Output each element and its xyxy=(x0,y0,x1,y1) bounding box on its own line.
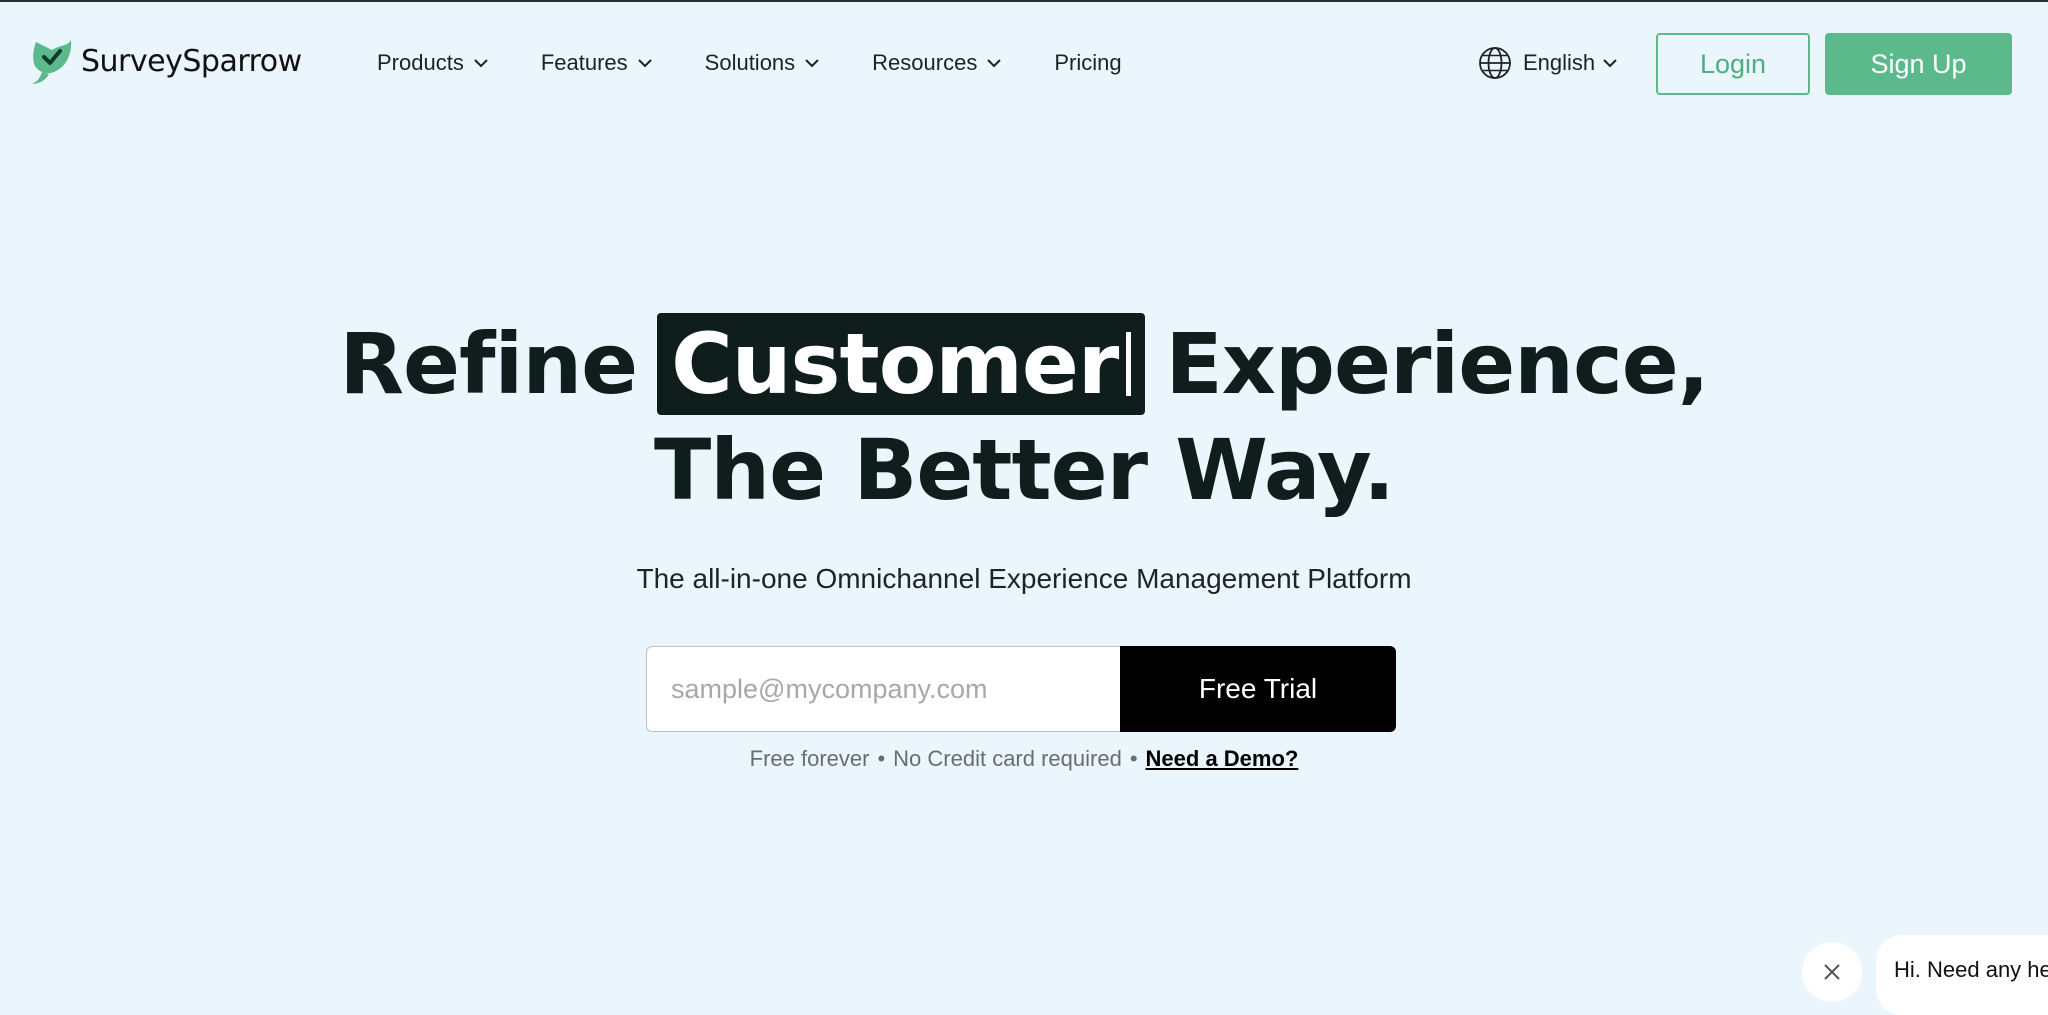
chevron-down-icon xyxy=(637,59,652,68)
note-no-credit-card: No Credit card required xyxy=(893,746,1122,771)
note-separator: • xyxy=(877,746,886,771)
close-icon xyxy=(1824,964,1840,980)
hero-headline-line2: The Better Way. xyxy=(654,421,1395,519)
headline-highlight: Customer xyxy=(657,313,1146,415)
chevron-down-icon xyxy=(474,59,488,68)
headline-highlight-text: Customer xyxy=(671,315,1119,413)
chat-close-button[interactable] xyxy=(1802,942,1862,1002)
chevron-down-icon xyxy=(805,59,819,68)
note-free-forever: Free forever xyxy=(749,746,870,771)
language-label: English xyxy=(1523,50,1596,75)
sparrow-logo-icon xyxy=(32,40,72,84)
nav-item-products[interactable]: Products xyxy=(377,50,489,76)
nav-item-pricing[interactable]: Pricing xyxy=(1054,50,1121,76)
nav-item-resources[interactable]: Resources xyxy=(872,50,1002,76)
nav-item-label: Pricing xyxy=(1054,50,1122,75)
brand-logo[interactable]: SurveySparrow xyxy=(30,36,302,86)
email-input[interactable] xyxy=(646,646,1120,732)
hero-headline: Refine Customer Experience, xyxy=(0,308,2048,420)
chat-message: Hi. Need any help? xyxy=(1894,957,2048,982)
chevron-down-icon xyxy=(987,59,1002,68)
brand-name: SurveySparrow xyxy=(81,43,302,79)
hero-subtitle: The all-in-one Omnichannel Experience Ma… xyxy=(636,563,1412,594)
signup-button[interactable]: Sign Up xyxy=(1825,33,2012,95)
globe-icon xyxy=(1479,47,1511,79)
chat-greeting-bubble[interactable]: Hi. Need any help? xyxy=(1876,935,2048,1015)
site-header: SurveySparrow Products Features Solution… xyxy=(0,0,2048,128)
nav-item-label: Products xyxy=(377,50,464,75)
signup-note: Free forever • No Credit card required • Nee… xyxy=(0,746,2048,772)
headline-prefix: Refine xyxy=(339,315,638,413)
typing-caret xyxy=(1126,332,1132,396)
nav-item-features[interactable]: Features xyxy=(541,50,653,76)
nav-item-label: Resources xyxy=(872,50,978,75)
nav-item-label: Solutions xyxy=(704,50,796,75)
language-selector[interactable]: English xyxy=(1478,46,1618,80)
login-button[interactable]: Login xyxy=(1656,33,1810,95)
nav-item-label: Features xyxy=(540,50,628,75)
note-separator: • xyxy=(1129,746,1138,771)
chevron-down-icon xyxy=(1603,59,1617,68)
nav-item-solutions[interactable]: Solutions xyxy=(705,50,821,76)
free-trial-button[interactable]: Free Trial xyxy=(1120,646,1396,732)
headline-suffix: Experience, xyxy=(1165,315,1709,413)
need-demo-link[interactable]: Need a Demo? xyxy=(1146,746,1299,771)
main-nav: Products Features Solutions Resources Pr… xyxy=(377,50,1174,76)
